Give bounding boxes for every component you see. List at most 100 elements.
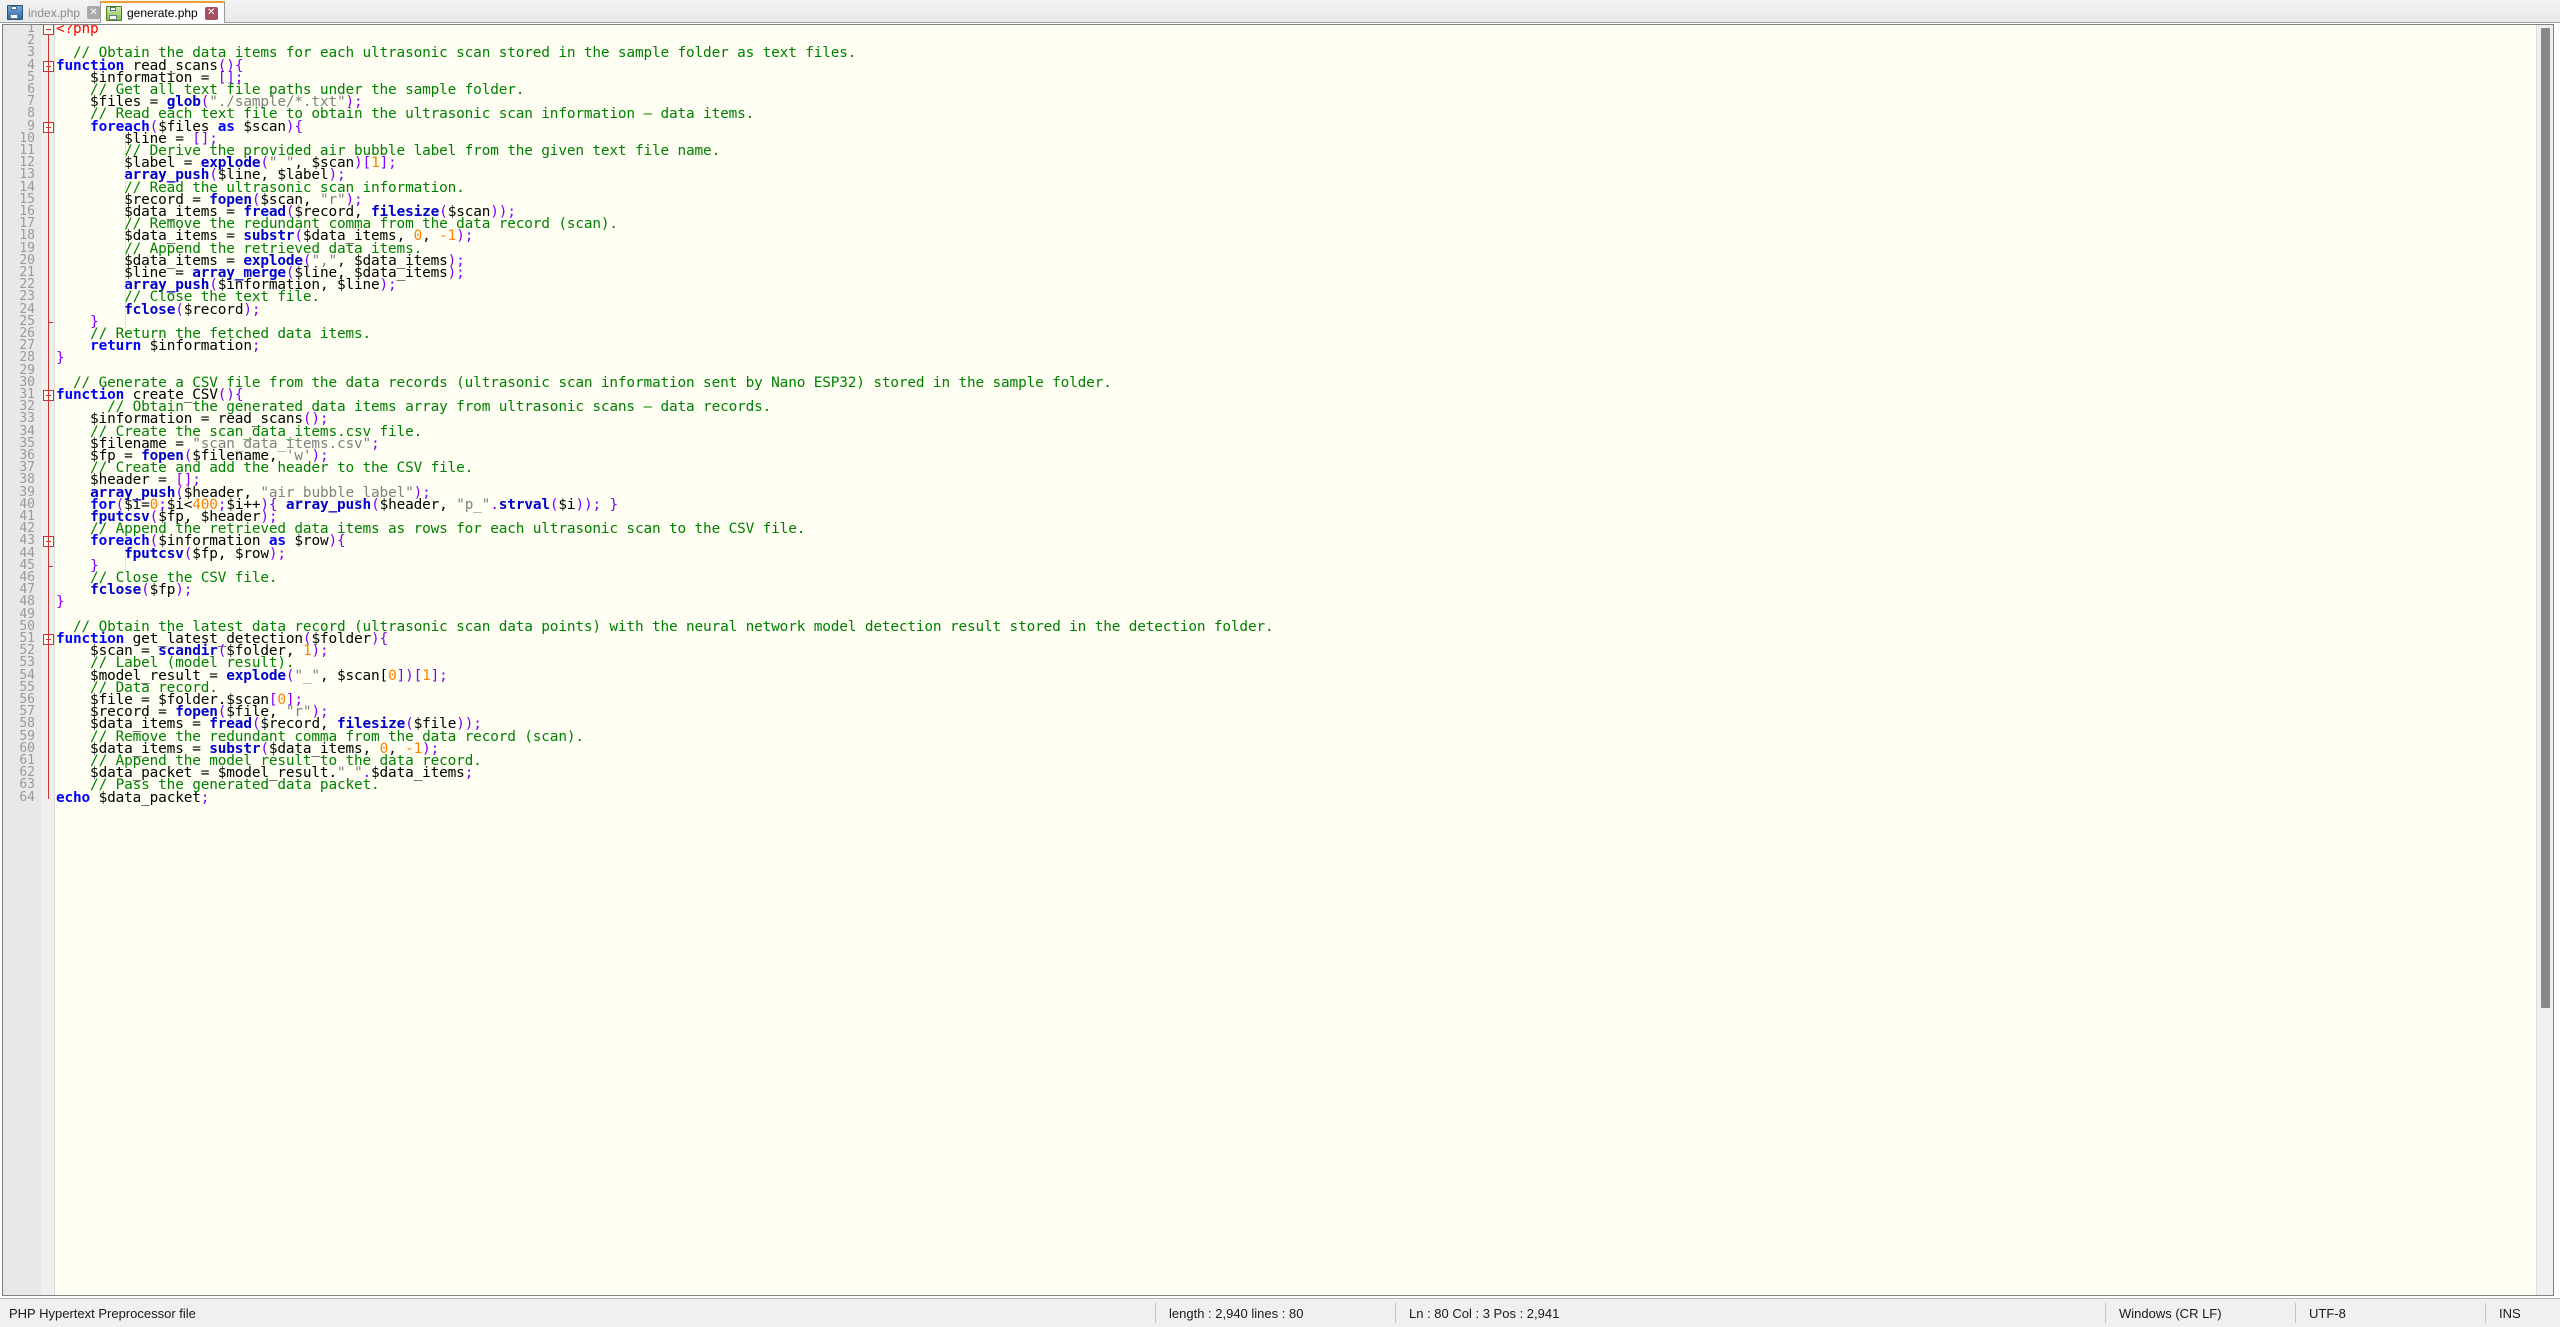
code-token-str: "_" xyxy=(294,667,320,684)
code-token-op: ( xyxy=(175,301,184,318)
code-token-op: ); xyxy=(456,228,474,245)
status-divider xyxy=(2295,1303,2296,1323)
code-token-op: ); xyxy=(268,545,286,562)
code-editor[interactable]: 1 2 3 4 5 6 7 8 9 10 11 12 13 14 15 16 17 18 19 20 21 22 23 24 2… xyxy=(2,24,2554,1296)
vertical-scrollbar[interactable] xyxy=(2536,25,2553,1295)
line-number: 8 xyxy=(27,106,35,122)
status-divider xyxy=(1395,1303,1396,1323)
code-token-op: ); xyxy=(175,582,193,599)
code-token-plain: $data_packet xyxy=(90,789,201,806)
floppy-disk-icon xyxy=(106,5,122,21)
code-token-fn: explode xyxy=(226,667,286,684)
line-number: 2 xyxy=(27,33,35,49)
fold-connector-line xyxy=(48,132,49,323)
code-token-op: } xyxy=(56,350,65,367)
code-token-op: ]; xyxy=(430,667,448,684)
scrollbar-thumb[interactable] xyxy=(2541,28,2550,1008)
fold-connector-line xyxy=(48,645,49,799)
status-length-lines: length : 2,940 lines : 80 xyxy=(1169,1305,1304,1321)
code-line[interactable]: <?php xyxy=(56,25,99,37)
code-token-op: ( xyxy=(371,496,380,513)
code-token-kw: as xyxy=(217,118,235,135)
tab-index-php[interactable]: index.php ✕ xyxy=(2,2,106,23)
line-number: 6 xyxy=(27,82,35,97)
line-number: 5 xyxy=(27,69,35,85)
code-line[interactable]: } xyxy=(56,350,65,367)
code-line[interactable]: } xyxy=(56,594,65,611)
status-language: PHP Hypertext Preprocessor file xyxy=(9,1305,196,1321)
code-line[interactable]: return $information; xyxy=(56,338,261,355)
code-line[interactable]: fclose($fp); xyxy=(56,582,193,599)
floppy-disk-icon xyxy=(7,5,23,20)
code-token-op: ; xyxy=(251,338,261,355)
code-token-plain: $data_items xyxy=(371,765,465,782)
code-token-op: ])[ xyxy=(396,667,423,684)
code-token-op: ); xyxy=(243,301,261,318)
line-number: 64 xyxy=(19,789,35,805)
code-token-fn: fputcsv xyxy=(124,545,184,562)
indent-guide xyxy=(125,132,127,328)
code-token-plain: $header, xyxy=(379,496,457,513)
fold-connector-line xyxy=(48,547,49,567)
code-token-op: ); xyxy=(379,277,397,294)
code-text-area[interactable]: <?php // Obtain the data items for each … xyxy=(56,25,2536,1295)
code-token-num: 0 xyxy=(388,667,397,684)
code-token-plain: $row xyxy=(285,533,329,550)
tab-label: generate.php xyxy=(127,6,198,20)
code-token-plain: $fp xyxy=(149,582,176,599)
status-insert-mode[interactable]: INS xyxy=(2490,1299,2560,1327)
tab-label: index.php xyxy=(28,5,81,20)
status-bar: PHP Hypertext Preprocessor file length :… xyxy=(0,1298,2560,1327)
close-icon[interactable]: ✕ xyxy=(204,6,218,20)
code-token-tag: <?php xyxy=(56,25,99,37)
code-token-op: ( xyxy=(141,582,150,599)
code-token-op: . xyxy=(490,496,499,513)
code-token-op: ){ xyxy=(371,631,389,647)
code-token-num: 1 xyxy=(371,155,380,172)
fold-connector-line xyxy=(48,401,49,604)
status-encoding[interactable]: UTF-8 xyxy=(2300,1299,2480,1327)
code-token-op: ; xyxy=(464,765,474,782)
status-divider xyxy=(1155,1303,1156,1323)
code-token-op: ; xyxy=(371,435,380,452)
code-token-kw: return xyxy=(90,338,142,355)
tab-bar: index.php ✕ generate.php ✕ xyxy=(0,0,2560,23)
code-token-plain: $record xyxy=(183,301,244,318)
code-line[interactable]: echo $data_packet; xyxy=(56,789,209,806)
code-token-plain: , xyxy=(422,228,440,245)
code-token-op: )); xyxy=(575,496,601,513)
code-token-kw: echo xyxy=(56,789,91,806)
line-number: 4 xyxy=(27,57,35,73)
line-number: 3 xyxy=(27,45,35,61)
code-token-fn: fclose xyxy=(124,301,176,318)
code-token-plain: $scan xyxy=(234,118,286,135)
code-token-op: ]; xyxy=(379,155,397,172)
code-token-plain: $information xyxy=(141,338,252,355)
code-token-op: ( xyxy=(183,545,193,562)
status-eol-format[interactable]: Windows (CR LF) xyxy=(2110,1299,2310,1327)
code-token-op: } xyxy=(56,594,65,611)
code-token-plain: $fp, $row xyxy=(192,545,269,562)
code-token-op: ); xyxy=(311,643,329,660)
code-token-op: ); xyxy=(447,265,465,281)
close-icon[interactable]: ✕ xyxy=(87,6,101,19)
code-token-fn: fclose xyxy=(90,582,142,599)
status-divider xyxy=(2105,1303,2106,1323)
code-token-op: ){ xyxy=(328,533,346,550)
indent-guide xyxy=(125,547,127,572)
code-token-op: )[ xyxy=(354,155,372,172)
tab-generate-php[interactable]: generate.php ✕ xyxy=(100,1,225,23)
status-caret-position: Ln : 80 Col : 3 Pos : 2,941 xyxy=(1409,1305,1560,1321)
code-token-num: -1 xyxy=(439,228,457,245)
code-token-plain: $i xyxy=(558,496,576,513)
fold-collapse-icon[interactable] xyxy=(43,25,54,35)
code-token-str: "p_" xyxy=(456,496,491,513)
code-token-op: ){ xyxy=(285,118,303,135)
line-number: 1 xyxy=(27,24,35,36)
code-token-num: 1 xyxy=(422,667,431,684)
code-token-plain: , $scan[ xyxy=(319,667,389,684)
code-token-fn: array_push xyxy=(285,496,372,513)
code-token-fn: strval xyxy=(498,496,550,513)
line-number: 7 xyxy=(27,94,35,110)
